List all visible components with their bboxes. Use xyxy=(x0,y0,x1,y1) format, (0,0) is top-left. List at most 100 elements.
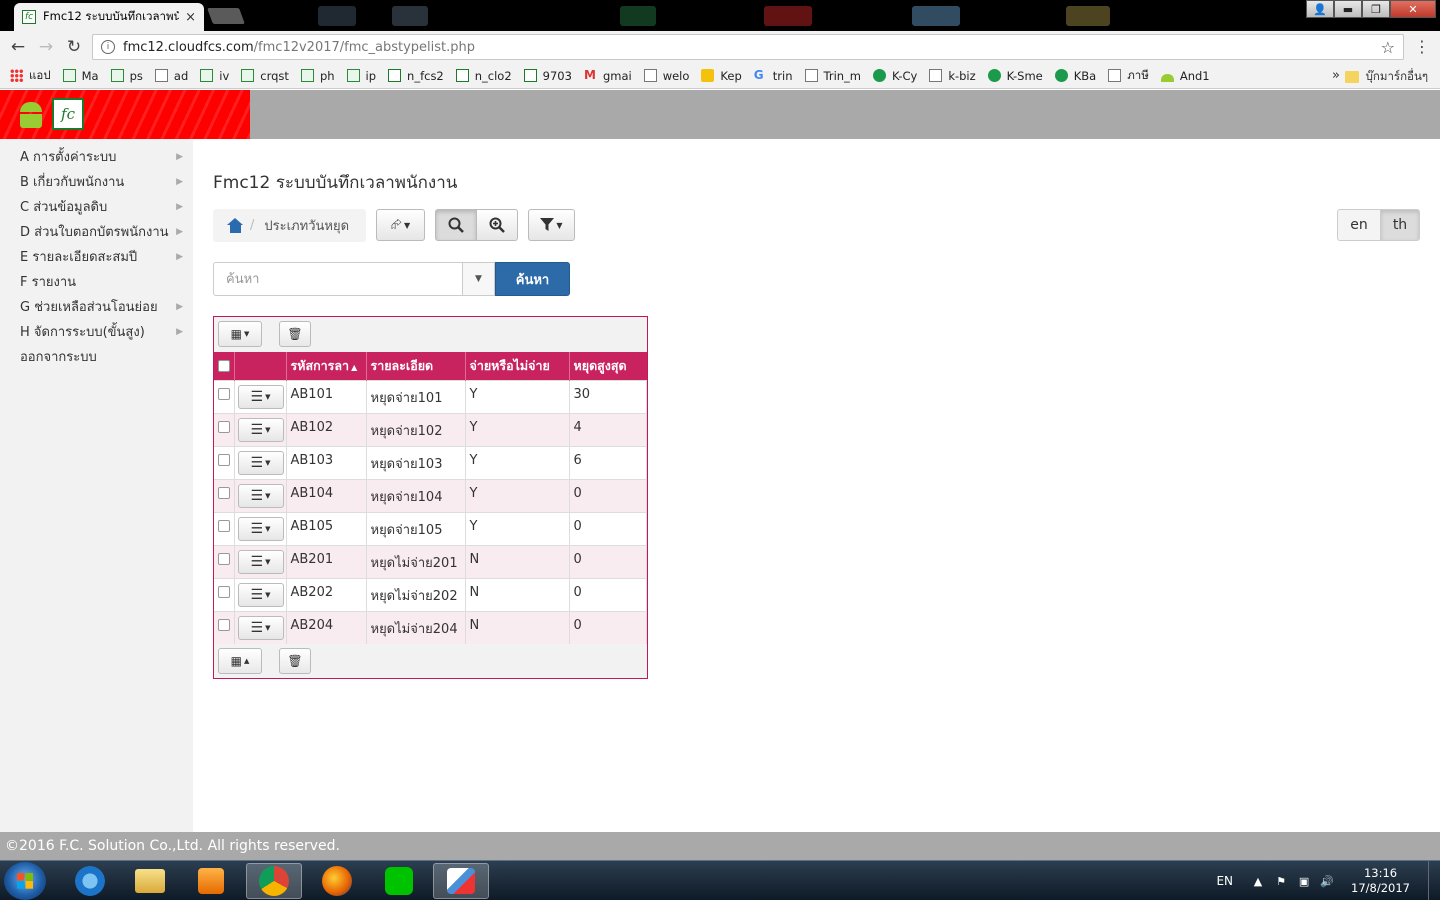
search-button[interactable]: ค้นหา xyxy=(495,262,570,296)
bookmark-item[interactable]: 9703 xyxy=(523,69,572,83)
row-actions-button[interactable]: ☰ ▼ xyxy=(237,582,284,607)
export-button[interactable]: ⮳ ▼ xyxy=(376,209,425,241)
bookmark-item[interactable]: k-biz xyxy=(929,69,976,83)
sidebar-item-reports[interactable]: F รายงาน xyxy=(0,270,193,295)
taskbar-paint[interactable] xyxy=(433,863,489,899)
bookmark-item[interactable]: Ma xyxy=(62,69,99,83)
row-actions-button[interactable]: ☰ ▼ xyxy=(237,549,284,574)
bookmark-item[interactable]: crqst xyxy=(241,69,289,83)
home-icon[interactable] xyxy=(227,218,244,233)
taskbar-explorer[interactable] xyxy=(122,863,178,899)
column-options-button[interactable]: ▦ ▼ xyxy=(218,321,262,347)
browser-menu-icon[interactable]: ⋮ xyxy=(1414,37,1430,56)
info-icon[interactable]: i xyxy=(101,40,115,54)
row-checkbox[interactable] xyxy=(218,486,230,499)
search-input[interactable] xyxy=(213,262,463,296)
bookmarks-more-button[interactable]: » xyxy=(1332,68,1340,83)
network-icon[interactable]: ▣ xyxy=(1297,875,1311,888)
row-actions-button[interactable]: ☰ ▼ xyxy=(237,417,284,442)
taskbar-line[interactable] xyxy=(371,863,427,899)
windows-start-button[interactable] xyxy=(4,862,46,900)
sidebar-item-raw-data[interactable]: C ส่วนข้อมูลดิบ ▶ xyxy=(0,195,193,220)
column-header-paid[interactable]: จ่ายหรือไม่จ่าย xyxy=(465,352,570,380)
filter-button[interactable]: ▼ xyxy=(528,209,575,241)
forward-arrow-icon[interactable]: → xyxy=(32,33,60,61)
browser-tab-active[interactable]: fc Fmc12 ระบบบันทึกเวลาพนักงาน × xyxy=(14,3,204,31)
delete-selected-button[interactable]: 🗑 xyxy=(279,321,311,347)
taskbar-firefox[interactable] xyxy=(309,863,365,899)
select-all-header xyxy=(214,352,235,380)
column-header-max-days[interactable]: หยุดสูงสุด xyxy=(569,352,647,380)
user-icon[interactable]: 👤 xyxy=(1306,0,1334,18)
advanced-search-button[interactable] xyxy=(476,209,518,241)
input-language[interactable]: EN xyxy=(1216,874,1233,888)
row-actions-button[interactable]: ☰ ▼ xyxy=(237,450,284,475)
bookmark-item[interactable]: K-Cy xyxy=(873,69,917,83)
column-header-description[interactable]: รายละเอียด xyxy=(366,352,466,380)
sidebar-item-timecard[interactable]: D ส่วนใบตอกบัตรพนักงาน ▶ xyxy=(0,220,193,245)
lang-th-button[interactable]: th xyxy=(1380,209,1420,241)
bookmark-item[interactable]: ph xyxy=(300,69,335,83)
sidebar-item-yearly[interactable]: E รายละเอียดสะสมปี ▶ xyxy=(0,245,193,270)
bookmark-item[interactable]: Gtrin xyxy=(754,69,793,83)
row-actions-button[interactable]: ☰ ▼ xyxy=(237,516,284,541)
tray-expand-icon[interactable]: ▲ xyxy=(1251,875,1265,888)
bookmark-item[interactable]: And1 xyxy=(1160,69,1210,83)
volume-icon[interactable]: 🔊 xyxy=(1320,875,1334,888)
row-checkbox[interactable] xyxy=(218,618,230,631)
sidebar-item-settings[interactable]: A การตั้งค่าระบบ ▶ xyxy=(0,145,193,170)
bookmark-item[interactable]: ip xyxy=(346,69,376,83)
row-checkbox[interactable] xyxy=(218,387,230,400)
new-tab-button[interactable] xyxy=(207,8,245,24)
bookmark-star-icon[interactable]: ☆ xyxy=(1381,38,1395,57)
taskbar-media[interactable] xyxy=(183,863,239,899)
row-actions-button[interactable]: ☰ ▼ xyxy=(237,615,284,640)
tab-close-icon[interactable]: × xyxy=(185,10,196,25)
row-checkbox[interactable] xyxy=(218,585,230,598)
sidebar-item-logout[interactable]: ออกจากระบบ xyxy=(0,345,193,370)
bookmark-item[interactable]: K-Sme xyxy=(987,69,1043,83)
bookmark-item[interactable]: KBa xyxy=(1054,69,1096,83)
lang-en-button[interactable]: en xyxy=(1337,209,1381,241)
sidebar-item-helpers[interactable]: G ช่วยเหลือส่วนโอนย่อย ▶ xyxy=(0,295,193,320)
restore-button[interactable]: ❐ xyxy=(1362,0,1390,18)
bookmark-item[interactable]: welo xyxy=(643,69,689,83)
bookmark-item[interactable]: Mgmai xyxy=(584,69,632,83)
other-bookmarks-folder[interactable]: บุ๊กมาร์กอื่นๆ xyxy=(1344,68,1428,86)
bookmark-item[interactable]: ad xyxy=(154,69,188,83)
bookmark-item[interactable]: iv xyxy=(200,69,229,83)
bookmark-item[interactable]: Kep xyxy=(701,69,742,83)
bookmark-item[interactable]: n_clo2 xyxy=(455,69,512,83)
row-checkbox[interactable] xyxy=(218,420,230,433)
reload-icon[interactable]: ↻ xyxy=(60,33,88,61)
row-actions-button[interactable]: ☰ ▼ xyxy=(237,384,284,409)
sidebar-item-admin[interactable]: H จัดการระบบ(ขั้นสูง) ▶ xyxy=(0,320,193,345)
close-window-button[interactable]: ✕ xyxy=(1390,0,1436,18)
logo-area[interactable]: fc xyxy=(0,90,250,139)
trash-icon: 🗑 xyxy=(287,327,303,341)
bookmark-item[interactable]: Trin_m xyxy=(804,69,861,83)
address-bar[interactable]: i fmc12.cloudfcs.com /fmc12v2017/fmc_abs… xyxy=(92,34,1404,60)
clock[interactable]: 13:16 17/8/2017 xyxy=(1351,866,1410,896)
bookmark-item[interactable]: แอป xyxy=(10,67,51,85)
bookmark-item[interactable]: ภาษี xyxy=(1108,67,1149,85)
back-arrow-icon[interactable]: ← xyxy=(4,33,32,61)
delete-selected-button-bottom[interactable]: 🗑 xyxy=(279,648,311,674)
row-checkbox[interactable] xyxy=(218,552,230,565)
select-all-checkbox[interactable] xyxy=(218,359,230,372)
show-desktop-button[interactable] xyxy=(1428,861,1440,900)
row-actions-button[interactable]: ☰ ▼ xyxy=(237,483,284,508)
row-checkbox[interactable] xyxy=(218,453,230,466)
taskbar-chrome[interactable] xyxy=(246,863,302,899)
column-options-button-bottom[interactable]: ▦ ▲ xyxy=(218,648,262,674)
sidebar-item-employees[interactable]: B เกี่ยวกับพนักงาน ▶ xyxy=(0,170,193,195)
bookmark-item[interactable]: n_fcs2 xyxy=(388,69,444,83)
bookmark-item[interactable]: ps xyxy=(110,69,143,83)
taskbar-ie[interactable] xyxy=(62,863,118,899)
column-header-code[interactable]: รหัสการลา ▲ xyxy=(286,352,367,380)
action-center-flag-icon[interactable]: ⚑ xyxy=(1274,875,1288,888)
search-options-dropdown[interactable]: ▼ xyxy=(462,262,495,296)
row-checkbox[interactable] xyxy=(218,519,230,532)
search-toggle-button[interactable] xyxy=(435,209,477,241)
minimize-button[interactable]: ▬ xyxy=(1334,0,1362,18)
